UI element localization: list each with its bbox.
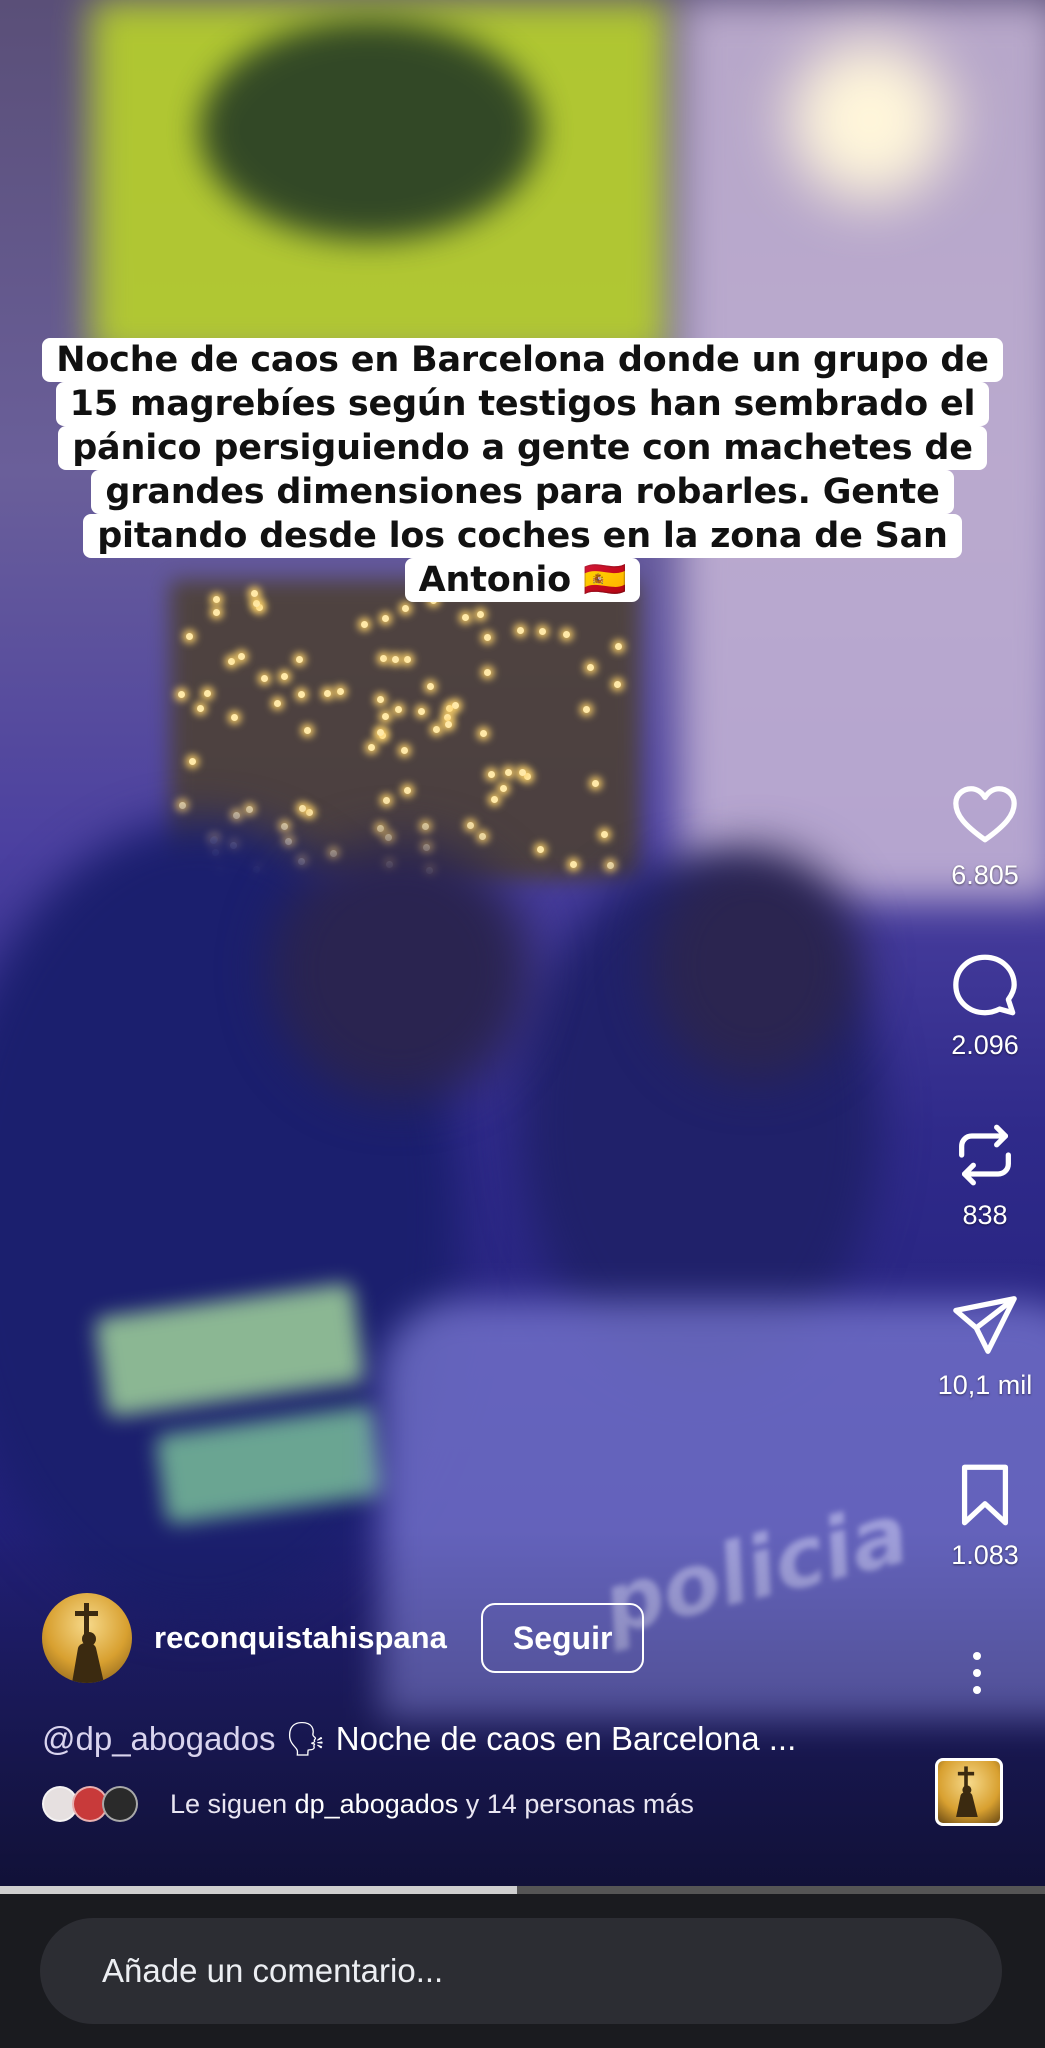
followed-by-text: Le siguen dp_abogados y 14 personas más bbox=[170, 1789, 694, 1820]
description-text: Noche de caos en Barcelona ... bbox=[335, 1720, 797, 1757]
light-dot bbox=[280, 822, 288, 830]
more-dot-icon bbox=[973, 1652, 981, 1660]
comment-button[interactable]: 2.096 bbox=[925, 950, 1045, 1061]
light-dot bbox=[444, 713, 452, 721]
light-dot bbox=[504, 768, 512, 776]
post-description[interactable]: @dp_abogados 🗣 Noche de caos en Barcelon… bbox=[42, 1720, 796, 1759]
heart-icon bbox=[953, 786, 1017, 843]
caption-line: pitando desde los coches en la zona de S… bbox=[83, 514, 962, 558]
light-dot bbox=[402, 604, 410, 612]
avatar[interactable] bbox=[42, 1593, 132, 1683]
followed-by-suffix: y 14 personas más bbox=[458, 1788, 694, 1819]
light-dot bbox=[323, 690, 331, 698]
video-figure bbox=[270, 840, 530, 1100]
author-row: reconquistahispana Seguir bbox=[42, 1592, 645, 1684]
light-dot bbox=[394, 706, 402, 714]
audio-thumbnail[interactable] bbox=[935, 1758, 1003, 1826]
share-count: 10,1 mil bbox=[937, 1370, 1033, 1400]
save-count: 1.083 bbox=[951, 1540, 1019, 1570]
light-dot bbox=[591, 779, 599, 787]
light-dot bbox=[188, 758, 196, 766]
light-dot bbox=[569, 861, 577, 869]
reel-screen: policia Noche de caos en Barcelona donde… bbox=[0, 0, 1045, 2048]
more-options-button[interactable] bbox=[972, 1652, 982, 1703]
follower-avatar bbox=[102, 1786, 138, 1822]
light-dot bbox=[417, 708, 425, 716]
light-dot bbox=[178, 801, 186, 809]
light-dot bbox=[479, 729, 487, 737]
light-dot bbox=[516, 626, 524, 634]
spain-flag-icon: 🇪🇸 bbox=[582, 560, 627, 600]
light-dot bbox=[305, 808, 313, 816]
light-dot bbox=[298, 690, 306, 698]
more-dot-icon bbox=[973, 1686, 981, 1694]
light-dot bbox=[237, 652, 245, 660]
share-button[interactable]: 10,1 mil bbox=[925, 1290, 1045, 1401]
cross-statue-icon bbox=[72, 1603, 104, 1683]
followed-by-prefix: Le siguen bbox=[170, 1788, 295, 1819]
comment-count: 2.096 bbox=[951, 1030, 1019, 1060]
repost-count: 838 bbox=[962, 1200, 1008, 1230]
light-dot bbox=[360, 620, 368, 628]
caption-line: Noche de caos en Barcelona donde un grup… bbox=[42, 338, 1003, 382]
light-dot bbox=[490, 796, 498, 804]
light-dot bbox=[562, 630, 570, 638]
light-dot bbox=[280, 672, 288, 680]
light-dot bbox=[606, 861, 614, 869]
light-dot bbox=[582, 706, 590, 714]
bookmark-icon bbox=[961, 1464, 1009, 1526]
comment-bubble-icon bbox=[953, 954, 1017, 1016]
caption-text: Antonio bbox=[418, 560, 572, 600]
cross-statue-icon bbox=[956, 1766, 978, 1817]
light-dot bbox=[260, 675, 268, 683]
send-icon bbox=[953, 1296, 1017, 1354]
video-caption: Noche de caos en Barcelona donde un grup… bbox=[0, 338, 1045, 602]
light-dot bbox=[614, 642, 622, 650]
repost-icon bbox=[959, 1124, 1011, 1186]
light-dot bbox=[484, 668, 492, 676]
light-dot bbox=[367, 744, 375, 752]
light-dot bbox=[376, 728, 384, 736]
followed-by-name: dp_abogados bbox=[294, 1788, 459, 1819]
caption-line: pánico persiguiendo a gente con machetes… bbox=[58, 426, 987, 470]
followed-by-row[interactable]: Le siguen dp_abogados y 14 personas más bbox=[42, 1786, 694, 1822]
light-dot bbox=[232, 812, 240, 820]
light-dot bbox=[303, 726, 311, 734]
video-progress-bar[interactable] bbox=[0, 1886, 1045, 1894]
caption-line: grandes dimensiones para robarles. Gente bbox=[91, 470, 954, 514]
video-progress-fill bbox=[0, 1886, 518, 1894]
light-dot bbox=[299, 804, 307, 812]
follow-button[interactable]: Seguir bbox=[480, 1603, 645, 1673]
like-count: 6.805 bbox=[951, 860, 1019, 890]
caption-line: 15 magrebíes según testigos han sembrado… bbox=[55, 382, 990, 426]
comment-bar: Añade un comentario... bbox=[0, 1894, 1045, 2048]
mention-link[interactable]: @dp_abogados bbox=[42, 1720, 276, 1757]
light-dot bbox=[376, 824, 384, 832]
like-button[interactable]: 6.805 bbox=[925, 780, 1045, 891]
more-dot-icon bbox=[973, 1669, 981, 1677]
light-dot bbox=[400, 747, 408, 755]
light-dot bbox=[377, 695, 385, 703]
caption-line-last: Antonio 🇪🇸 bbox=[404, 558, 641, 602]
light-dot bbox=[403, 786, 411, 794]
author-username[interactable]: reconquistahispana bbox=[154, 1620, 447, 1656]
light-dot bbox=[422, 822, 430, 830]
video-shade bbox=[0, 1530, 1045, 1890]
speaking-head-icon: 🗣 bbox=[284, 1720, 327, 1757]
light-dot bbox=[178, 690, 186, 698]
light-dot bbox=[391, 656, 399, 664]
video-background bbox=[200, 20, 540, 240]
video-background bbox=[790, 40, 950, 200]
save-button[interactable]: 1.083 bbox=[925, 1460, 1045, 1571]
video-figure bbox=[650, 850, 860, 1080]
comment-input[interactable]: Añade un comentario... bbox=[40, 1918, 1002, 2024]
light-dot bbox=[426, 682, 434, 690]
light-dot bbox=[230, 714, 238, 722]
light-dot bbox=[538, 628, 546, 636]
light-dot bbox=[336, 688, 344, 696]
light-dot bbox=[382, 796, 390, 804]
repost-button[interactable]: 838 bbox=[925, 1120, 1045, 1231]
